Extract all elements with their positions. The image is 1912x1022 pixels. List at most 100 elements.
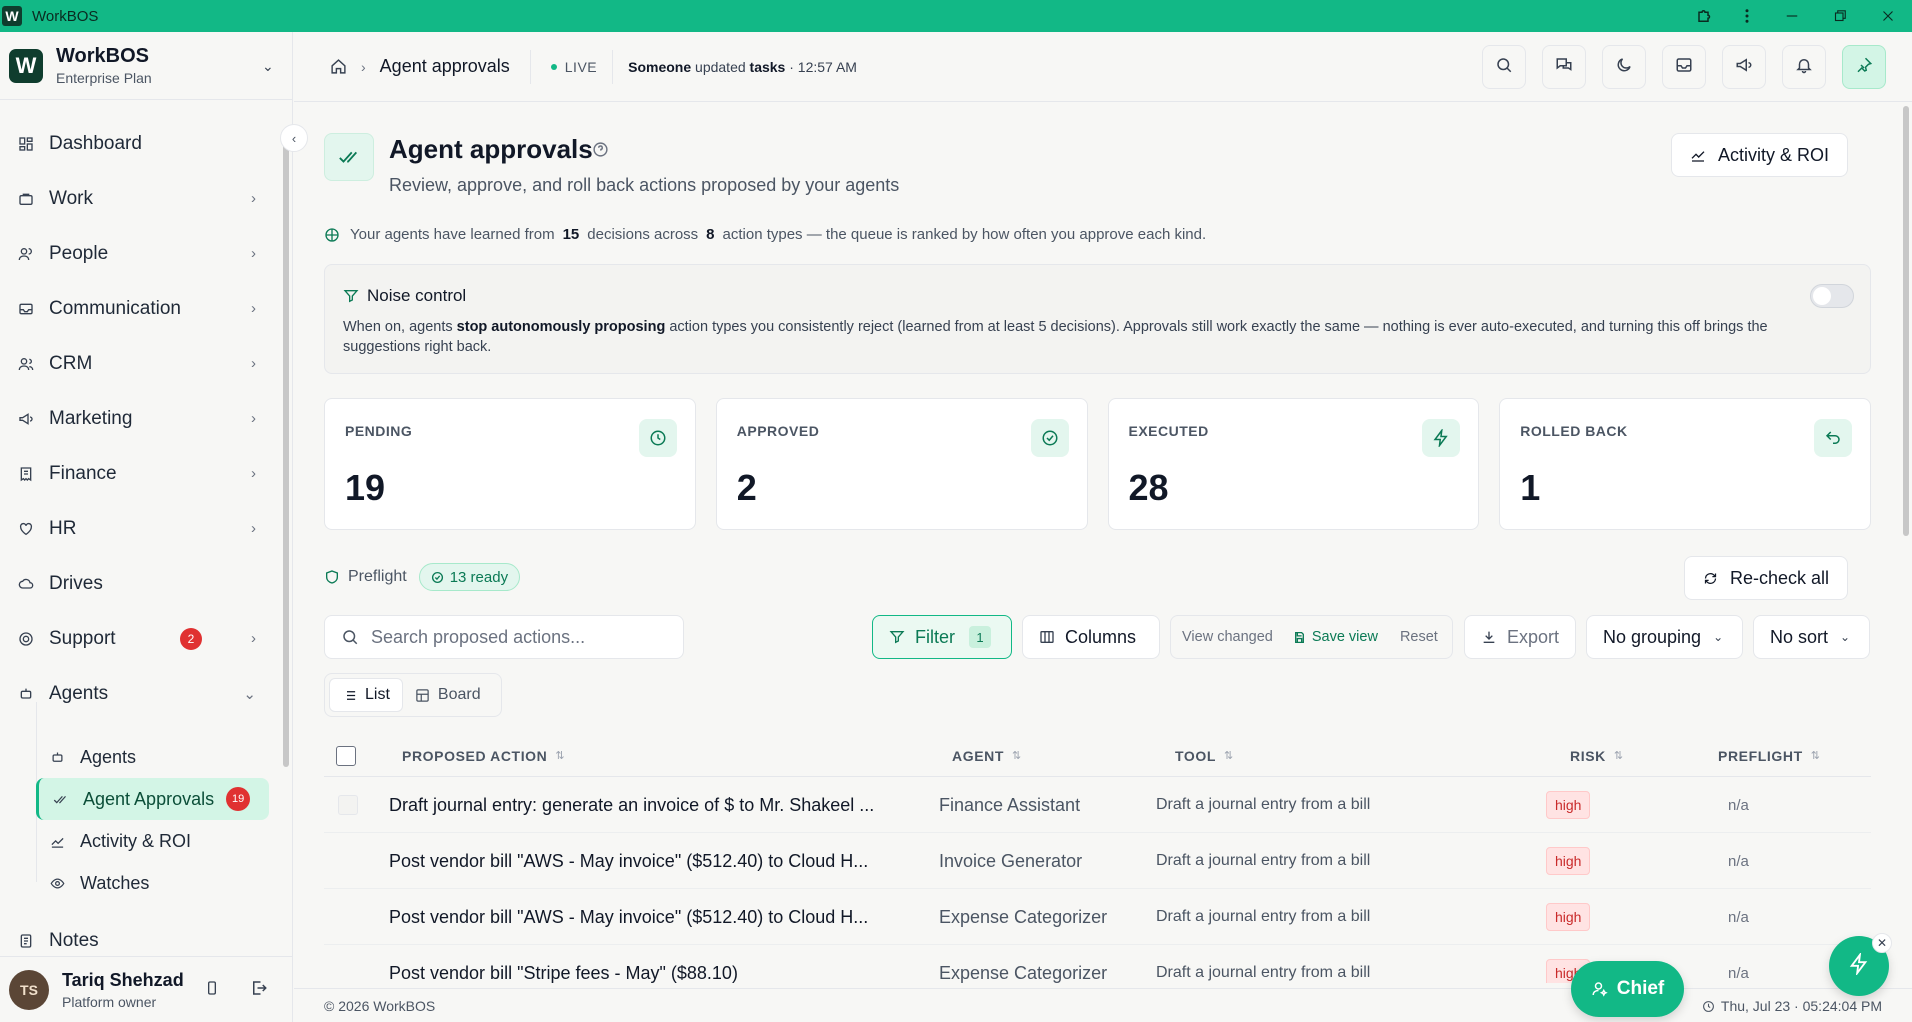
activity-time: · 12:57 AM bbox=[789, 58, 857, 75]
chevron-right-icon: › bbox=[251, 630, 256, 647]
home-icon[interactable] bbox=[330, 58, 347, 75]
cell-agent: Expense Categorizer bbox=[939, 962, 1108, 983]
grouping-select[interactable]: No grouping ⌄ bbox=[1586, 615, 1743, 659]
pin-button[interactable] bbox=[1842, 45, 1886, 89]
columns-label: Columns bbox=[1065, 626, 1137, 647]
cell-proposed-action: Draft journal entry: generate an invoice… bbox=[389, 794, 875, 815]
minimize-button[interactable] bbox=[1768, 0, 1816, 32]
main-scrollbar[interactable] bbox=[1903, 106, 1909, 536]
sidebar-item-label: Dashboard bbox=[49, 132, 142, 154]
clock-text: Thu, Jul 23 · 05:24:04 PM bbox=[1720, 998, 1882, 1014]
table-row[interactable]: Post vendor bill "AWS - May invoice" ($5… bbox=[324, 889, 1871, 945]
search-button[interactable] bbox=[1482, 45, 1526, 89]
sidebar-item-activity-roi[interactable]: Activity & ROI bbox=[36, 820, 269, 862]
chart-line-icon bbox=[50, 833, 66, 849]
column-preflight[interactable]: PREFLIGHT ⇅ bbox=[1718, 748, 1821, 764]
select-all-checkbox[interactable] bbox=[336, 745, 356, 766]
activity-roi-button[interactable]: Activity & ROI bbox=[1670, 133, 1848, 177]
brain-icon bbox=[324, 227, 340, 243]
user-profile[interactable]: TS Tariq Shehzad Platform owner bbox=[0, 956, 293, 1022]
sidebar-item-work[interactable]: Work › bbox=[0, 171, 278, 226]
sidebar-scrollbar[interactable] bbox=[283, 142, 289, 767]
recheck-all-button[interactable]: Re-check all bbox=[1683, 556, 1848, 600]
sort-icon: ⇅ bbox=[1012, 750, 1022, 762]
sidebar-item-hr[interactable]: HR › bbox=[0, 501, 278, 556]
chat-button[interactable] bbox=[1542, 45, 1586, 89]
export-button[interactable]: Export bbox=[1464, 615, 1576, 659]
cell-proposed-action: Post vendor bill "AWS - May invoice" ($5… bbox=[389, 906, 869, 927]
stat-value: 2 bbox=[736, 467, 757, 508]
noise-control-toggle[interactable] bbox=[1810, 284, 1854, 308]
sidebar-item-agents-list[interactable]: Agents bbox=[36, 736, 269, 778]
stat-label: ROLLED BACK bbox=[1520, 423, 1628, 439]
collapse-sidebar-button[interactable]: ‹ bbox=[280, 124, 308, 152]
columns-button[interactable]: Columns bbox=[1022, 615, 1160, 659]
clock-icon bbox=[638, 419, 677, 457]
preflight-label: Preflight bbox=[348, 568, 407, 585]
dark-mode-button[interactable] bbox=[1602, 45, 1646, 89]
save-view-button[interactable]: Save view bbox=[1293, 629, 1378, 645]
sidebar-item-crm[interactable]: CRM › bbox=[0, 336, 278, 391]
restore-button[interactable] bbox=[1816, 0, 1864, 32]
help-icon[interactable] bbox=[592, 141, 609, 163]
column-risk[interactable]: RISK ⇅ bbox=[1570, 748, 1624, 764]
column-agent[interactable]: AGENT ⇅ bbox=[952, 748, 1022, 764]
user-name: Tariq Shehzad bbox=[62, 969, 184, 990]
assistant-icon bbox=[1591, 980, 1609, 998]
stat-label: APPROVED bbox=[736, 423, 820, 439]
stat-card-rolled-back: ROLLED BACK 1 bbox=[1499, 398, 1871, 530]
tab-board[interactable]: Board bbox=[403, 678, 493, 712]
close-icon[interactable]: ✕ bbox=[1872, 933, 1892, 953]
notifications-button[interactable] bbox=[1782, 45, 1826, 89]
column-tool[interactable]: TOOL ⇅ bbox=[1175, 748, 1234, 764]
sidebar-item-dashboard[interactable]: Dashboard bbox=[0, 116, 278, 171]
top-header: › Agent approvals LIVE Someone updated t… bbox=[294, 32, 1912, 102]
noise-control-description: When on, agents stop autonomously propos… bbox=[343, 317, 1793, 357]
sidebar-item-finance[interactable]: Finance › bbox=[0, 446, 278, 501]
workspace-switcher[interactable]: W WorkBOS Enterprise Plan ⌄ bbox=[0, 32, 292, 100]
check-circle-icon bbox=[431, 571, 444, 584]
save-icon bbox=[1293, 631, 1306, 644]
stat-card-executed: EXECUTED 28 bbox=[1107, 398, 1480, 530]
logout-icon[interactable] bbox=[250, 979, 268, 1002]
sidebar-item-label: Communication bbox=[49, 297, 181, 319]
tab-list-label: List bbox=[365, 686, 390, 703]
sidebar-item-support[interactable]: Support 2 › bbox=[0, 611, 278, 666]
heart-handshake-icon bbox=[18, 520, 36, 538]
search-field[interactable] bbox=[324, 615, 684, 659]
mobile-icon[interactable] bbox=[204, 979, 220, 1002]
inbox-button[interactable] bbox=[1662, 45, 1706, 89]
sidebar-item-watches[interactable]: Watches bbox=[36, 862, 269, 904]
sidebar-item-drives[interactable]: Drives bbox=[0, 556, 278, 611]
sidebar-item-agents[interactable]: Agents ⌄ bbox=[0, 666, 278, 721]
column-proposed-action[interactable]: PROPOSED ACTION ⇅ bbox=[402, 748, 565, 764]
table-row[interactable]: Post vendor bill "AWS - May invoice" ($5… bbox=[324, 833, 1871, 889]
cell-agent: Invoice Generator bbox=[939, 850, 1083, 871]
table-row[interactable]: Draft journal entry: generate an invoice… bbox=[324, 777, 1871, 833]
extensions-icon[interactable] bbox=[1684, 0, 1726, 32]
recheck-all-label: Re-check all bbox=[1729, 567, 1829, 588]
column-label: RISK bbox=[1570, 747, 1606, 764]
row-checkbox[interactable] bbox=[338, 795, 358, 815]
more-vertical-icon[interactable] bbox=[1726, 0, 1768, 32]
search-input[interactable] bbox=[371, 626, 671, 648]
column-label: PREFLIGHT bbox=[1718, 747, 1803, 764]
header-divider bbox=[612, 49, 614, 84]
announcements-button[interactable] bbox=[1722, 45, 1766, 89]
chief-assistant-button[interactable]: Chief bbox=[1571, 961, 1684, 1017]
filter-button[interactable]: Filter 1 bbox=[872, 615, 1012, 659]
sort-select[interactable]: No sort ⌄ bbox=[1753, 615, 1870, 659]
sidebar-item-marketing[interactable]: Marketing › bbox=[0, 391, 278, 446]
sidebar-item-people[interactable]: People › bbox=[0, 226, 278, 281]
sidebar-item-agent-approvals[interactable]: Agent Approvals 19 bbox=[36, 778, 269, 820]
dashboard-icon bbox=[18, 135, 36, 153]
sidebar-item-communication[interactable]: Communication › bbox=[0, 281, 278, 336]
stat-label: EXECUTED bbox=[1128, 423, 1209, 439]
cell-tool: Draft a journal entry from a bill bbox=[1156, 796, 1371, 813]
close-window-button[interactable] bbox=[1864, 0, 1912, 32]
reset-view-button[interactable]: Reset bbox=[1400, 629, 1438, 645]
briefcase-icon bbox=[18, 190, 36, 208]
tab-list[interactable]: List bbox=[329, 678, 403, 712]
sidebar-item-label: Agents bbox=[49, 682, 109, 704]
cell-tool: Draft a journal entry from a bill bbox=[1156, 852, 1371, 869]
